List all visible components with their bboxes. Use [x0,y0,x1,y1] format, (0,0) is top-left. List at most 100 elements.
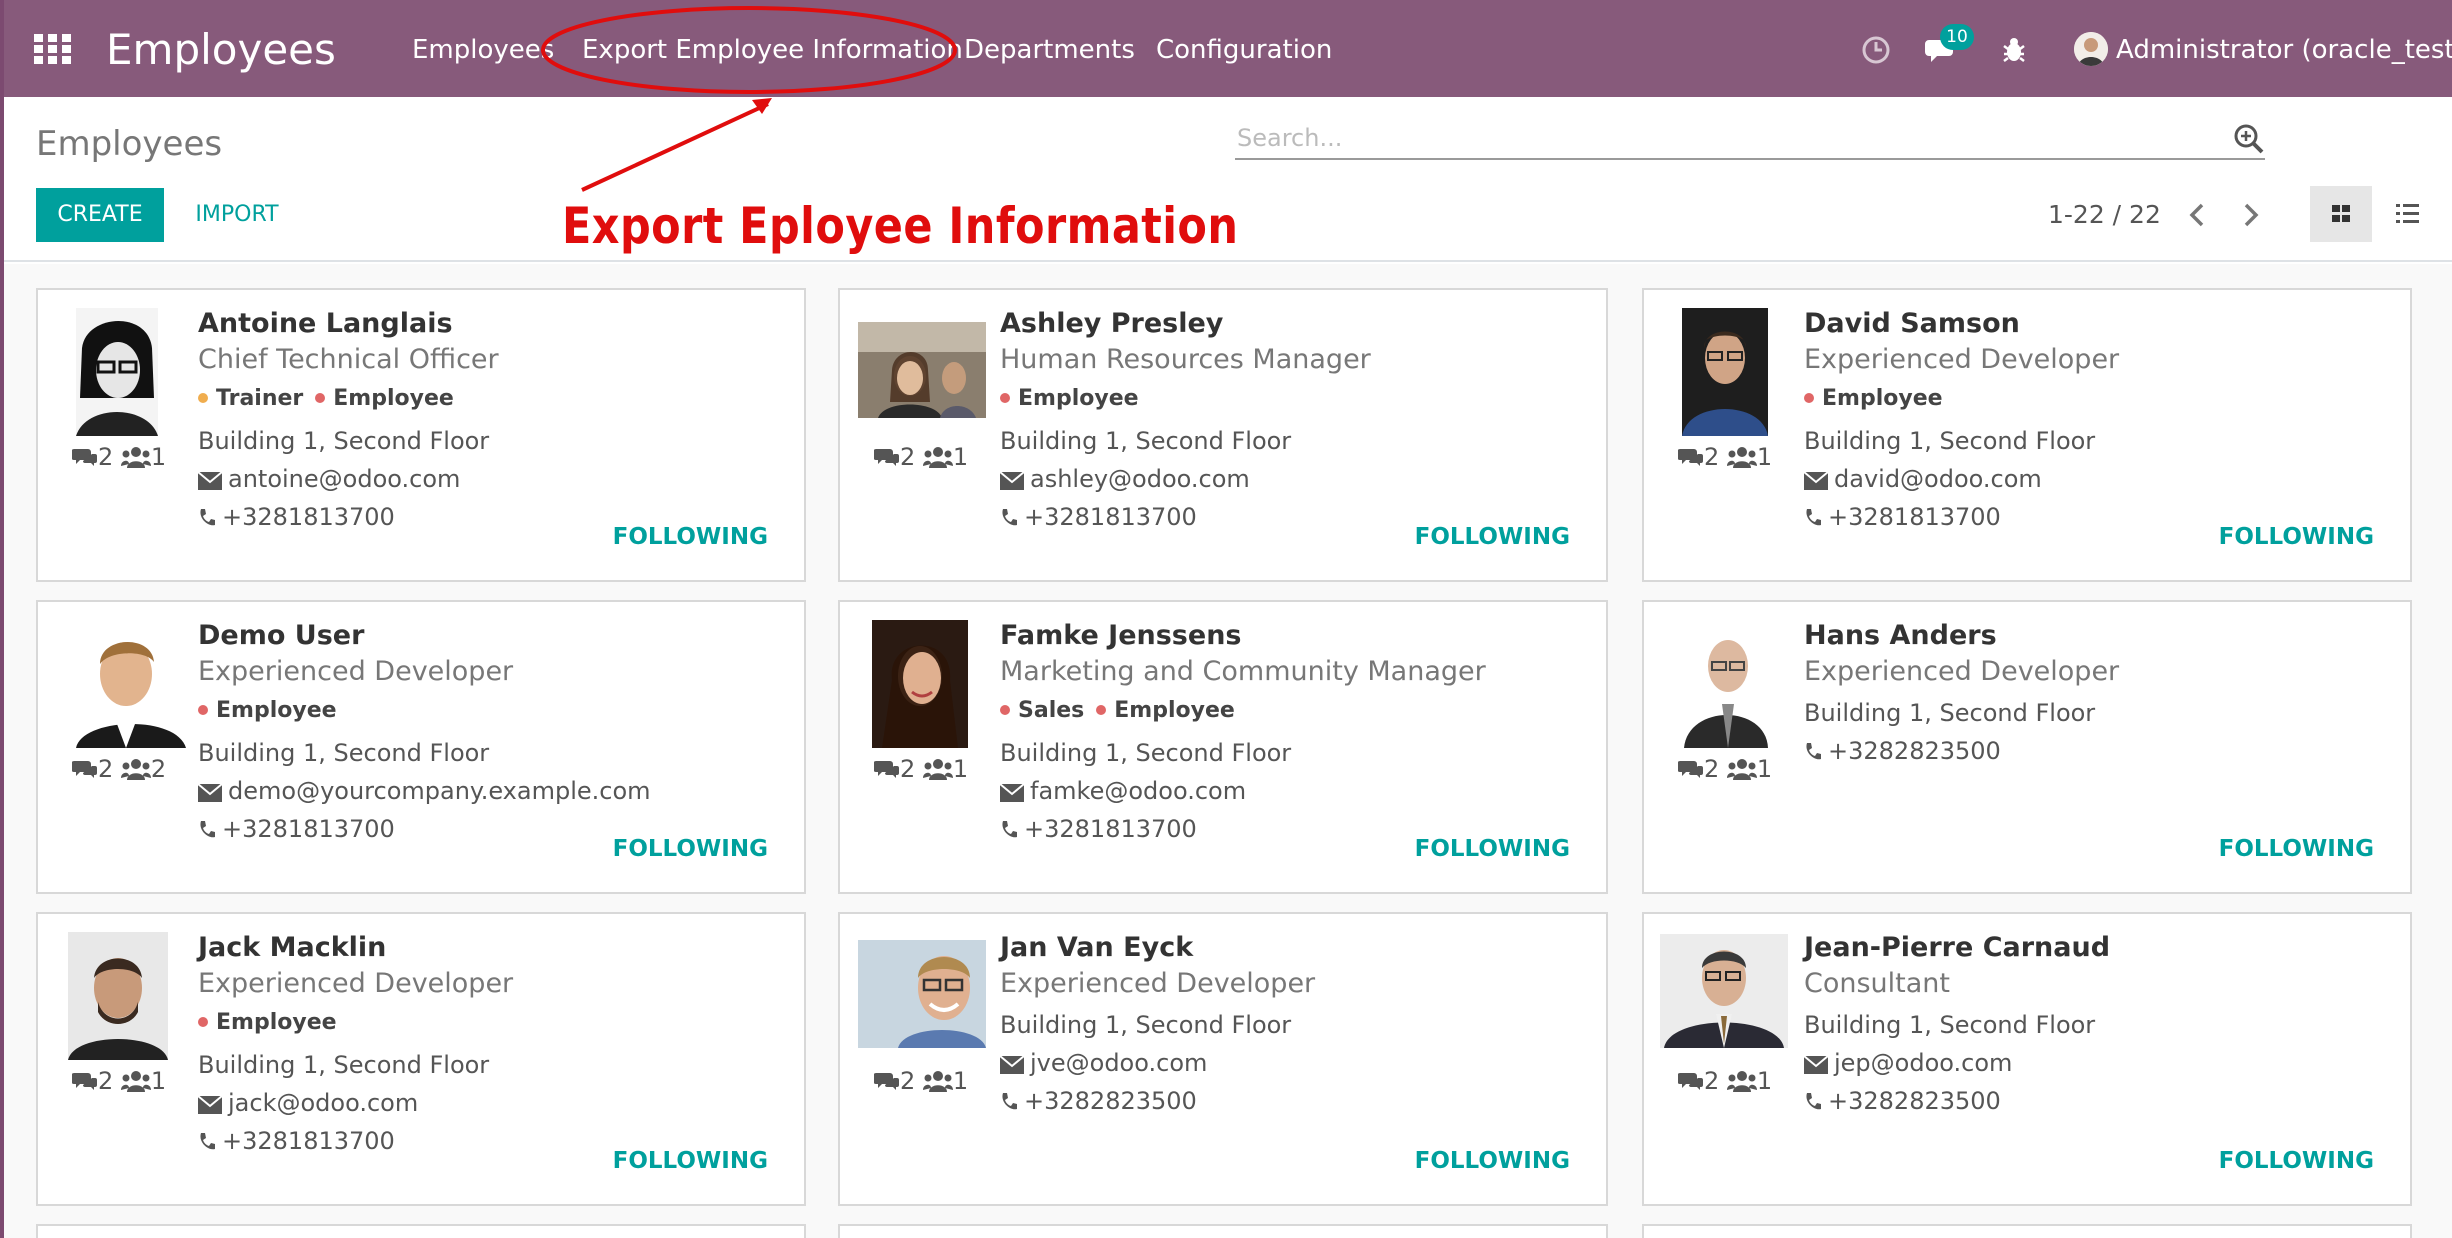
followers-icon [1726,447,1757,468]
top-navbar: Employees Employees Export Employee Info… [0,0,2452,97]
pager-next-icon[interactable] [2232,196,2268,234]
employee-name: Demo User [198,620,365,651]
comments-icon [1677,761,1703,778]
employee-tags: Employee [1804,384,1955,414]
work-phone[interactable]: +3282823500 [1000,1084,1197,1118]
work-email[interactable]: antoine@odoo.com [197,462,460,496]
import-button[interactable]: IMPORT [182,188,292,242]
user-menu[interactable]: Administrator (oracle_test) [2116,30,2452,70]
search-input[interactable] [1237,118,2197,158]
followers-icon [1726,759,1757,780]
followers-icon [120,1071,151,1092]
list-view-icon[interactable] [2376,186,2438,242]
job-title: Experienced Developer [198,968,514,999]
following-button[interactable]: FOLLOWING [1415,834,1570,864]
work-email[interactable]: jve@odoo.com [999,1046,1207,1080]
employee-card[interactable]: 2 1 Jack Macklin Experienced Developer E… [36,912,806,1206]
pager-previous-icon[interactable] [2180,196,2216,234]
create-button[interactable]: CREATE [36,188,164,242]
employee-photo [858,940,986,1048]
work-phone[interactable]: +3282823500 [1804,734,2001,768]
employee-name: Jan Van Eyck [1000,932,1194,963]
work-phone[interactable]: +3281813700 [198,812,395,846]
followers-icon [120,447,151,468]
work-phone[interactable]: +3281813700 [1000,500,1197,534]
employee-name: Famke Jenssens [1000,620,1242,651]
employee-card[interactable]: 2 2 Demo User Experienced Developer Empl… [36,600,806,894]
employee-card[interactable]: 2 1 David Samson Experienced Developer E… [1642,288,2412,582]
work-phone[interactable]: +3282823500 [1804,1084,2001,1118]
work-location: Building 1, Second Floor [1804,1011,2096,1039]
tag: Employee [198,1010,337,1035]
work-phone[interactable]: +3281813700 [198,1124,395,1158]
search-icon[interactable] [2232,122,2266,156]
employee-card[interactable]: 2 1 Famke Jenssens Marketing and Communi… [838,600,1608,894]
following-button[interactable]: FOLLOWING [613,1146,768,1176]
activity-counts: 2 1 [71,442,166,472]
following-button[interactable]: FOLLOWING [613,522,768,552]
follower-count: 1 [1756,1067,1773,1095]
work-email[interactable]: jack@odoo.com [197,1086,418,1120]
following-button[interactable]: FOLLOWING [1415,522,1570,552]
comments-icon [873,761,899,778]
employee-photo [858,322,986,418]
work-location: Building 1, Second Floor [1000,427,1292,455]
work-phone[interactable]: +3281813700 [1000,812,1197,846]
employee-tags: Employee [198,696,349,726]
window-left-border [0,0,4,1238]
employee-photo [76,620,186,748]
work-location: Building 1, Second Floor [198,1051,490,1079]
work-email[interactable]: demo@yourcompany.example.com [197,774,651,808]
employee-name: Ashley Presley [1000,308,1224,339]
employee-card[interactable]: 2 1 Antoine Langlais Chief Technical Off… [36,288,806,582]
apps-menu-icon[interactable] [34,34,74,64]
employee-card[interactable]: 2 1 Ashley Presley Human Resources Manag… [838,288,1608,582]
user-avatar[interactable] [2074,32,2108,66]
following-button[interactable]: FOLLOWING [2219,834,2374,864]
following-button[interactable]: FOLLOWING [613,834,768,864]
following-button[interactable]: FOLLOWING [2219,522,2374,552]
job-title: Consultant [1804,968,1950,999]
menu-employees[interactable]: Employees [412,30,554,70]
employee-card[interactable]: 2 1 Hans Anders Experienced Developer Bu… [1642,600,2412,894]
work-email[interactable]: famke@odoo.com [999,774,1246,808]
tag: Trainer [198,386,303,411]
work-phone[interactable]: +3281813700 [198,500,395,534]
menu-export-employee-information[interactable]: Export Employee Information [582,30,963,70]
job-title: Experienced Developer [1804,656,2120,687]
employee-card[interactable]: 2 1 Jean-Pierre Carnaud Consultant Build… [1642,912,2412,1206]
message-count: 2 [98,755,114,783]
work-location: Building 1, Second Floor [1000,739,1292,767]
employee-card[interactable] [838,1224,1608,1238]
phone-icon [200,509,215,526]
phone-icon [1806,743,1821,760]
debug-bug-icon[interactable] [1994,30,2034,70]
employee-card[interactable] [1642,1224,2412,1238]
following-button[interactable]: FOLLOWING [1415,1146,1570,1176]
pager-value[interactable]: 1-22 / 22 [2048,196,2161,234]
follower-count: 1 [1756,443,1773,471]
kanban-view-icon[interactable] [2310,186,2372,242]
activity-counts: 2 1 [71,1066,166,1096]
annotation-label: Export Eployee Information [562,197,1239,255]
phone-icon [200,1133,215,1150]
tag: Employee [198,698,337,723]
employee-card[interactable] [36,1224,806,1238]
follower-count: 2 [150,755,167,783]
menu-departments[interactable]: Departments [964,30,1135,70]
tag: Employee [1804,386,1943,411]
menu-configuration[interactable]: Configuration [1156,30,1332,70]
phone-icon [1002,509,1017,526]
work-email[interactable]: ashley@odoo.com [999,462,1250,496]
work-email[interactable]: david@odoo.com [1803,462,2042,496]
work-phone[interactable]: +3281813700 [1804,500,2001,534]
work-email[interactable]: jep@odoo.com [1803,1046,2012,1080]
activity-clock-icon[interactable] [1856,30,1896,70]
tag: Employee [315,386,454,411]
following-button[interactable]: FOLLOWING [2219,1146,2374,1176]
employee-card[interactable]: 2 1 Jan Van Eyck Experienced Developer B… [838,912,1608,1206]
message-count: 2 [98,1067,114,1095]
activity-counts: 2 1 [1677,442,1773,472]
phone-icon [200,821,215,838]
app-title: Employees [106,25,336,74]
